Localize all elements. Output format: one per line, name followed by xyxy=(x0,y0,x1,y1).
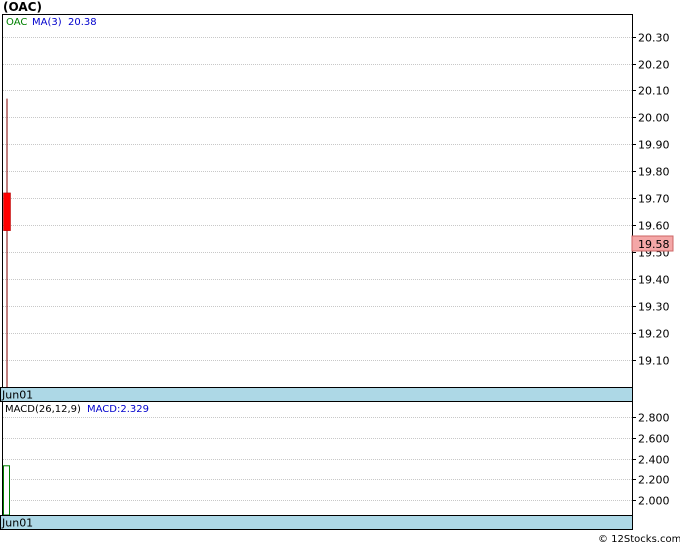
legend-ma-label: MA(3) xyxy=(32,17,62,28)
macd-legend-name: MACD(26,12,9) xyxy=(5,404,81,415)
chart-title: (OAC) xyxy=(3,0,42,14)
price-date-axis-band xyxy=(0,387,633,402)
legend-ma-value: 20.38 xyxy=(68,17,97,28)
price-panel: 20.30 20.20 20.10 20.00 19.90 19.80 19.70 19.60… xyxy=(0,14,674,402)
price-tick-label: 20.10 xyxy=(638,85,670,98)
price-tick-label: 20.30 xyxy=(638,32,670,45)
macd-tick-label: 2.000 xyxy=(638,495,670,508)
legend-ticker: OAC xyxy=(6,17,27,28)
macd-date-axis-band xyxy=(0,515,633,530)
price-tick-label: 19.60 xyxy=(638,220,670,233)
price-tick-label: 20.00 xyxy=(638,112,670,125)
price-tick-label: 20.20 xyxy=(638,59,670,72)
price-tick-label: 19.20 xyxy=(638,328,670,341)
macd-tick-label: 2.600 xyxy=(638,433,670,446)
candle-body xyxy=(3,192,11,231)
price-plot-area xyxy=(2,14,633,388)
price-tick-label: 19.80 xyxy=(638,166,670,179)
price-date-label: Jun01 xyxy=(1,389,33,402)
macd-panel: 2.8002.6002.4002.2002.000 MACD(26,12,9) … xyxy=(0,401,670,530)
copyright-text: © 12Stocks.com xyxy=(598,534,680,545)
price-tick-label: 19.40 xyxy=(638,274,670,287)
macd-tick-label: 2.800 xyxy=(638,412,670,425)
price-tick-label: 19.70 xyxy=(638,193,670,206)
macd-bar xyxy=(3,465,10,516)
macd-legend-value: MACD:2.329 xyxy=(87,404,149,415)
macd-y-axis: 2.800 2.600 2.400 2.200 2.000 xyxy=(632,412,670,508)
price-tick-label: 19.10 xyxy=(638,355,670,368)
macd-bars xyxy=(3,465,10,516)
macd-plot-area xyxy=(2,401,633,516)
last-price-value: 19.58 xyxy=(638,238,670,251)
last-price-badge: 19.58 xyxy=(631,235,674,252)
price-y-axis: 20.30 20.20 20.10 20.00 19.90 19.80 19.70 19.60… xyxy=(632,32,670,368)
price-tick-label: 19.90 xyxy=(638,139,670,152)
macd-date-label: Jun01 xyxy=(1,517,33,530)
stock-chart: (OAC) 20.30 20.20 20.10 20.00 19.90 19.80 19.7… xyxy=(0,0,680,545)
macd-tick-label: 2.200 xyxy=(638,474,670,487)
macd-tick-label: 2.400 xyxy=(638,454,670,467)
price-tick-label: 19.30 xyxy=(638,301,670,314)
